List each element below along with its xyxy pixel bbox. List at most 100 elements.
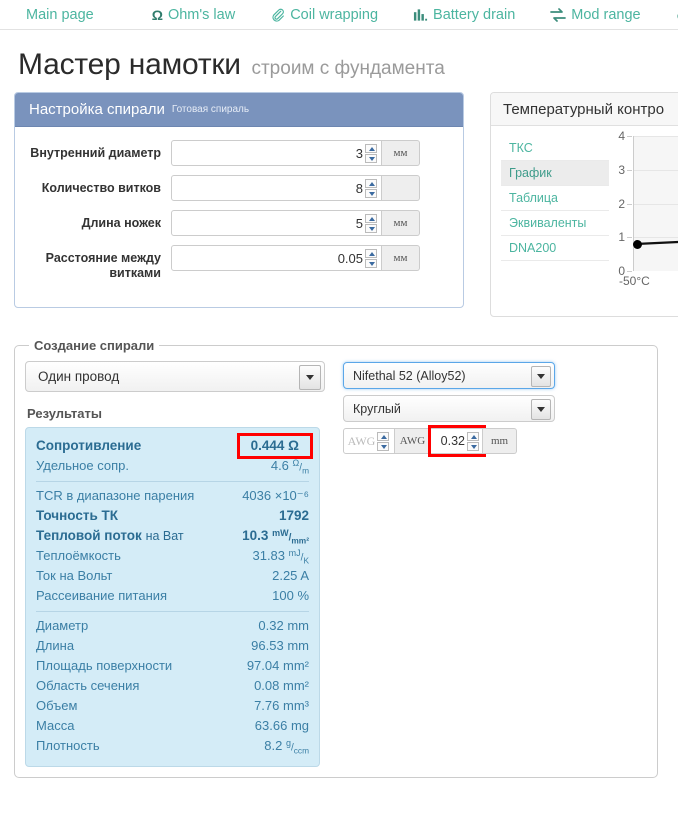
tcr-nav-item-equivalents[interactable]: Эквиваленты bbox=[501, 211, 609, 236]
nav-item-battery-drain[interactable]: Battery drain bbox=[395, 7, 532, 23]
temperature-control-header: Температурный контро bbox=[491, 93, 678, 126]
wire-mode-select[interactable]: Один провод bbox=[25, 361, 325, 392]
leg-length-input[interactable]: 5 bbox=[171, 210, 382, 236]
build-legend: Создание спирали bbox=[34, 338, 155, 353]
spinner-up-icon[interactable] bbox=[365, 213, 377, 223]
input-value: 0.05 bbox=[337, 250, 363, 266]
value-unit: mm² bbox=[283, 658, 309, 673]
result-key: Удельное сопр. bbox=[36, 458, 129, 473]
omega-icon: Ω bbox=[151, 6, 163, 23]
result-value: 1792 bbox=[278, 508, 309, 523]
turns-count-input[interactable]: 8 bbox=[171, 175, 382, 201]
nav-label: Main page bbox=[26, 6, 94, 23]
value-unit: A bbox=[300, 568, 309, 583]
unit-numerator: mW bbox=[272, 527, 289, 538]
tcr-nav-item-tks[interactable]: ТКС bbox=[501, 136, 609, 161]
coil-settings-subtitle: Готовая спираль bbox=[171, 104, 250, 115]
value-number: 100 bbox=[272, 588, 294, 603]
build-fieldset: Создание спирали Один провод Результаты … bbox=[14, 338, 658, 778]
nav-item-ohms-law[interactable]: Ω Ohm's law bbox=[134, 7, 252, 23]
nav-label: Coil wrapping bbox=[290, 6, 379, 23]
unit-addon bbox=[382, 175, 420, 201]
spinner-down-icon[interactable] bbox=[365, 223, 377, 233]
nav-item-main-page[interactable]: Main page bbox=[26, 7, 134, 23]
spinner-up-icon[interactable] bbox=[467, 431, 479, 441]
result-row-mass: Масса 63.66 mg bbox=[36, 716, 309, 736]
material-value: Nifethal 52 (Alloy52) bbox=[353, 368, 466, 383]
shape-select[interactable]: Круглый bbox=[343, 395, 555, 422]
spinner-up-icon[interactable] bbox=[365, 248, 377, 258]
spinner-turns-count[interactable] bbox=[365, 178, 378, 198]
material-select[interactable]: Nifethal 52 (Alloy52) bbox=[343, 362, 555, 389]
spinner-down-icon[interactable] bbox=[467, 441, 479, 451]
spinner-up-icon[interactable] bbox=[377, 431, 390, 441]
input-group: 8 bbox=[171, 175, 420, 201]
coil-build-section: Создание спирали Один провод Результаты … bbox=[14, 338, 678, 778]
result-value: 97.04 mm² bbox=[247, 657, 309, 675]
turn-spacing-input[interactable]: 0.05 bbox=[171, 245, 382, 271]
field-label: Длина ножек bbox=[81, 216, 161, 230]
spinner-down-icon[interactable] bbox=[365, 153, 377, 163]
field-inner-diameter: Внутренний диаметр 3 мм bbox=[21, 140, 451, 166]
exchange-arrows-icon bbox=[550, 7, 567, 22]
spinner-awg[interactable] bbox=[377, 431, 390, 451]
value-unit: mg bbox=[290, 718, 309, 733]
input-group: 5 мм bbox=[171, 210, 420, 236]
spinner-down-icon[interactable] bbox=[365, 258, 377, 268]
result-row-tc-accuracy: Точность ТК 1792 bbox=[36, 506, 309, 526]
temperature-control-panel: Температурный контро ТКС График Таблица … bbox=[490, 92, 678, 317]
gauge-input[interactable]: 0.32 bbox=[431, 428, 483, 454]
field-turn-spacing: Расстояние между витками 0.05 мм bbox=[21, 245, 451, 281]
unit-denominator: ccm bbox=[293, 745, 309, 756]
spinner-turn-spacing[interactable] bbox=[365, 248, 378, 268]
unit-fraction: g/ccm bbox=[285, 737, 309, 756]
shape-value: Круглый bbox=[353, 401, 401, 416]
result-value: 31.83 mJ/K bbox=[252, 547, 309, 565]
result-row-cross-section-area: Область сечения 0.08 mm² bbox=[36, 676, 309, 696]
tcr-nav-item-dna200[interactable]: DNA200 bbox=[501, 236, 609, 261]
nav-item-mod-range[interactable]: Mod range bbox=[532, 7, 657, 23]
spinner-up-icon[interactable] bbox=[365, 178, 377, 188]
result-row-surface-area: Площадь поверхности 97.04 mm² bbox=[36, 656, 309, 676]
value-unit: % bbox=[297, 588, 309, 603]
result-value: 10.3 mW/mm² bbox=[242, 527, 309, 545]
spinner-gauge[interactable] bbox=[467, 431, 480, 451]
nav-item-e-liquid[interactable]: E-liqu bbox=[658, 7, 678, 23]
resistance-value: 0.444 bbox=[250, 438, 285, 453]
chart-plot-area bbox=[633, 136, 678, 271]
nav-label: Battery drain bbox=[433, 6, 516, 23]
result-row-volume: Объем 7.76 mm³ bbox=[36, 696, 309, 716]
result-value: 8.2 g/ccm bbox=[264, 737, 309, 755]
spinner-inner-diameter[interactable] bbox=[365, 143, 378, 163]
value-number: 8.2 bbox=[264, 738, 283, 753]
chevron-down-icon[interactable] bbox=[299, 365, 321, 390]
input-value: 5 bbox=[355, 215, 363, 231]
field-label: Расстояние между витками bbox=[45, 251, 161, 280]
x-tick-label: -50°C bbox=[619, 274, 650, 288]
spinner-down-icon[interactable] bbox=[365, 188, 377, 198]
result-value-highlighted: 0.444 Ω bbox=[236, 433, 314, 459]
tcr-nav-item-table[interactable]: Таблица bbox=[501, 186, 609, 211]
spinner-down-icon[interactable] bbox=[377, 441, 390, 451]
spinner-up-icon[interactable] bbox=[365, 143, 377, 153]
result-value: 100 % bbox=[272, 587, 309, 605]
unit-numerator: mJ bbox=[288, 547, 301, 558]
tcr-nav-item-graph[interactable]: График bbox=[501, 161, 609, 186]
awg-input[interactable]: AWG bbox=[343, 428, 395, 454]
result-row-heat-flux: Тепловой поток на Ват 10.3 mW/mm² bbox=[36, 526, 309, 546]
result-key: Объем bbox=[36, 698, 78, 713]
unit-denominator: m bbox=[302, 465, 309, 476]
coil-settings-form: Внутренний диаметр 3 мм Количество витко… bbox=[15, 127, 463, 281]
y-tick-label: 3 bbox=[618, 162, 625, 177]
chevron-down-icon[interactable] bbox=[531, 366, 551, 387]
spinner-leg-length[interactable] bbox=[365, 213, 378, 233]
inner-diameter-input[interactable]: 3 bbox=[171, 140, 382, 166]
nav-item-coil-wrapping[interactable]: Coil wrapping bbox=[252, 7, 395, 23]
result-key: Длина bbox=[36, 638, 75, 653]
chevron-down-icon[interactable] bbox=[531, 399, 551, 420]
result-value: 4036 ×10⁻⁶ bbox=[242, 487, 309, 505]
value-number: 96.53 bbox=[251, 638, 284, 653]
value-number: 31.83 bbox=[252, 548, 286, 563]
page-header: Мастер намотки строим с фундамента bbox=[0, 30, 678, 90]
unit-denominator: K bbox=[303, 555, 309, 566]
